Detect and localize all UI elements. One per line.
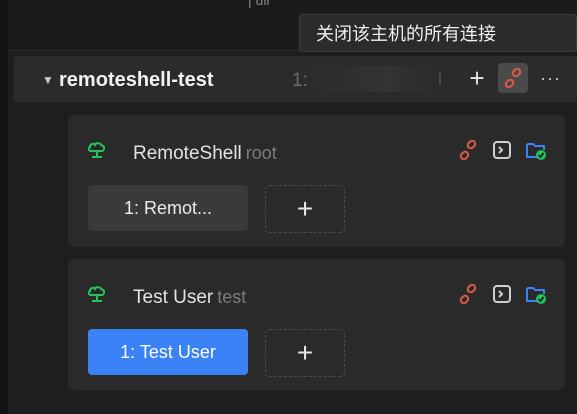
folder-check-icon (526, 287, 546, 304)
connection-card: Test User test 1: Test User + (68, 259, 565, 390)
connection-user: test (217, 287, 247, 307)
remote-hosts-panel: | uli 关闭该主机的所有连接 ▼ remoteshell-test 1: +… (0, 0, 577, 414)
connection-actions (457, 283, 547, 305)
truncated-top-text: | uli (248, 0, 270, 8)
new-session-button[interactable]: + (265, 329, 345, 377)
collapse-caret-icon[interactable]: ▼ (42, 73, 54, 87)
open-terminal-button[interactable] (491, 283, 513, 305)
cloud-icon (87, 286, 106, 302)
disconnect-button[interactable] (457, 283, 479, 305)
disconnect-all-button[interactable] (498, 63, 528, 93)
disconnect-link-icon (459, 284, 477, 304)
more-options-button[interactable]: ··· (540, 68, 561, 89)
connection-title: RemoteShell root (133, 143, 277, 165)
host-name: remoteshell-test (59, 69, 214, 91)
disconnect-link-icon (459, 140, 477, 160)
tooltip: 关闭该主机的所有连接 (299, 14, 577, 52)
connection-user: root (245, 143, 277, 163)
terminal-icon (493, 285, 511, 303)
connection-name: Test User (133, 287, 214, 308)
terminal-icon (493, 141, 511, 159)
host-group-header[interactable]: ▼ remoteshell-test 1: + ··· (14, 56, 577, 102)
divider (439, 73, 441, 85)
session-tab-active[interactable]: 1: Test User (88, 329, 248, 375)
connection-name: RemoteShell (133, 143, 242, 164)
connection-actions (457, 139, 547, 161)
session-tab[interactable]: 1: Remot... (88, 185, 248, 231)
connection-card: RemoteShell root 1: Remot... + (68, 115, 565, 247)
file-manager-button[interactable] (525, 283, 547, 305)
cloud-icon (87, 142, 106, 158)
connection-title: Test User test (133, 287, 246, 309)
ip-redaction-blur (308, 66, 438, 92)
host-ip: 1: (292, 70, 308, 91)
new-session-button[interactable]: + (265, 185, 345, 233)
disconnect-button[interactable] (457, 139, 479, 161)
file-manager-button[interactable] (525, 139, 547, 161)
folder-check-icon (526, 143, 546, 160)
disconnect-link-icon (504, 68, 522, 88)
open-terminal-button[interactable] (491, 139, 513, 161)
left-edge (0, 0, 8, 414)
add-connection-button[interactable]: + (462, 63, 492, 93)
